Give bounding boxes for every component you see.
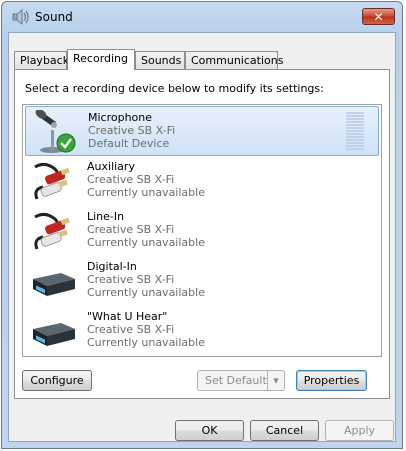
device-status: Default Device <box>88 137 170 150</box>
device-driver: Creative SB X-Fi <box>88 124 176 137</box>
cancel-button[interactable]: Cancel <box>250 420 319 441</box>
set-default-button: Set Default ▾ <box>197 370 285 391</box>
device-name: Microphone <box>88 111 153 124</box>
apply-button: Apply <box>325 420 394 441</box>
device-status: Currently unavailable <box>87 236 205 249</box>
device-driver: Creative SB X-Fi <box>87 323 175 336</box>
level-meter <box>346 112 364 152</box>
device-name: Auxiliary <box>87 160 135 173</box>
tab-sounds[interactable]: Sounds <box>135 51 185 69</box>
device-list[interactable]: Microphone Creative SB X-Fi Default Devi… <box>22 104 382 357</box>
configure-button[interactable]: Configure <box>22 370 92 391</box>
device-status: Currently unavailable <box>87 186 205 199</box>
rca-cable-icon <box>34 162 70 200</box>
instruction-text: Select a recording device below to modif… <box>25 82 324 95</box>
rca-cable-icon <box>34 212 70 250</box>
properties-button[interactable]: Properties <box>296 370 367 391</box>
tab-playback[interactable]: Playback <box>14 51 69 69</box>
device-name: Digital-In <box>87 260 137 273</box>
set-default-label: Set Default <box>205 374 267 387</box>
ok-button[interactable]: OK <box>175 420 244 441</box>
digital-device-icon <box>33 323 75 346</box>
device-name: "What U Hear" <box>87 310 168 323</box>
tab-communications[interactable]: Communications <box>185 51 283 69</box>
device-item-microphone[interactable]: Microphone Creative SB X-Fi Default Devi… <box>25 106 379 156</box>
speaker-icon <box>12 9 29 25</box>
device-name: Line-In <box>87 210 125 223</box>
device-item-line-in[interactable]: Line-In Creative SB X-Fi Currently unava… <box>25 206 379 256</box>
device-item-what-u-hear[interactable]: "What U Hear" Creative SB X-Fi Currently… <box>25 306 379 356</box>
device-driver: Creative SB X-Fi <box>87 223 175 236</box>
sound-dialog: Sound ✕ Playback Recording Sounds Commun… <box>1 1 403 449</box>
device-status: Currently unavailable <box>87 336 205 349</box>
title-bar[interactable]: Sound ✕ <box>2 2 402 32</box>
device-driver: Creative SB X-Fi <box>87 173 175 186</box>
close-button[interactable]: ✕ <box>362 8 395 25</box>
recording-panel: Select a recording device below to modif… <box>14 69 390 399</box>
device-status: Currently unavailable <box>87 286 205 299</box>
dialog-body: Playback Recording Sounds Communications… <box>8 32 396 442</box>
device-driver: Creative SB X-Fi <box>87 273 175 286</box>
tab-recording[interactable]: Recording <box>67 49 135 70</box>
device-item-auxiliary[interactable]: Auxiliary Creative SB X-Fi Currently una… <box>25 156 379 206</box>
device-item-digital-in[interactable]: Digital-In Creative SB X-Fi Currently un… <box>25 256 379 306</box>
chevron-down-icon: ▾ <box>267 371 284 390</box>
default-check-icon <box>56 133 76 153</box>
window-title: Sound <box>35 10 73 24</box>
digital-device-icon <box>33 273 75 296</box>
